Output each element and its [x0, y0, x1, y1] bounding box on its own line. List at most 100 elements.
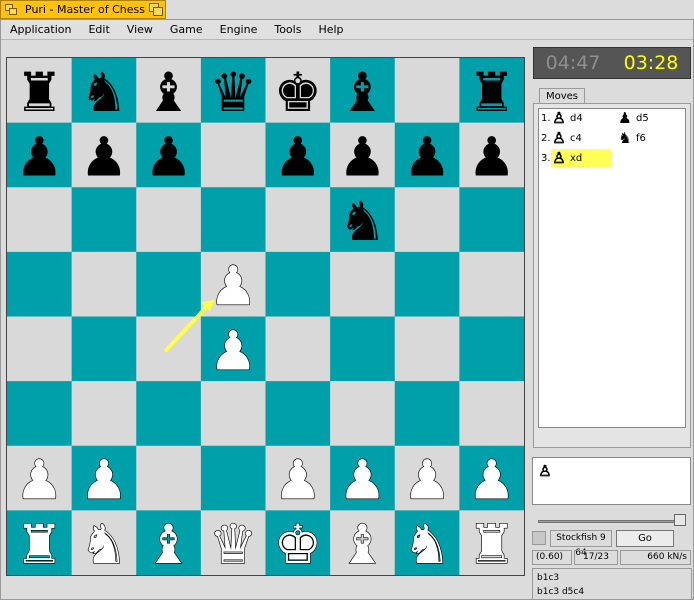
square-h4[interactable]: [459, 316, 524, 382]
square-h3[interactable]: [459, 381, 524, 447]
black-pawn-icon[interactable]: ♟: [403, 125, 451, 188]
square-a5[interactable]: [7, 251, 73, 317]
move-row: 2. ♙ c4 ♞ f6: [539, 129, 685, 149]
black-knight-icon[interactable]: ♞: [80, 61, 128, 124]
square-a4[interactable]: [7, 316, 73, 382]
square-f3[interactable]: [330, 381, 396, 447]
square-e5[interactable]: [265, 251, 331, 317]
black-pawn-icon: ♟: [618, 109, 632, 127]
menu-engine[interactable]: Engine: [211, 23, 266, 36]
slider-track[interactable]: [538, 520, 686, 523]
square-d3[interactable]: [200, 381, 266, 447]
black-pawn-icon[interactable]: ♟: [274, 125, 322, 188]
black-knight-icon[interactable]: ♞: [338, 190, 386, 253]
menu-view[interactable]: View: [118, 23, 161, 36]
square-g6[interactable]: [394, 187, 460, 253]
white-knight-icon[interactable]: ♞: [402, 513, 452, 575]
square-g3[interactable]: [394, 381, 460, 447]
square-b3[interactable]: [71, 381, 137, 447]
engine-pv: b1c3 b1c3 d5c4: [532, 568, 692, 600]
square-d2[interactable]: [200, 445, 266, 511]
white-pawn-icon[interactable]: ♟: [467, 448, 517, 512]
white-pawn-icon[interactable]: ♟: [273, 448, 323, 512]
engine-depth: 17/23: [574, 550, 618, 565]
square-c6[interactable]: [136, 187, 202, 253]
move-black[interactable]: ♞ f6: [617, 129, 677, 147]
move-number: 1.: [541, 113, 551, 124]
square-e4[interactable]: [265, 316, 331, 382]
black-queen-icon[interactable]: ♛: [209, 61, 257, 124]
window-zoom-icon[interactable]: [149, 3, 163, 16]
engine-name[interactable]: Stockfish 9 64: [550, 530, 612, 558]
black-rook-icon[interactable]: ♜: [15, 61, 63, 124]
square-h5[interactable]: [459, 251, 524, 317]
white-king-icon[interactable]: ♚: [273, 513, 323, 575]
white-pawn-icon: ♙: [552, 149, 566, 167]
menu-edit[interactable]: Edit: [79, 23, 117, 36]
square-g8[interactable]: [394, 58, 460, 124]
square-d7[interactable]: [200, 122, 266, 188]
white-pawn-icon[interactable]: ♟: [402, 448, 452, 512]
square-e6[interactable]: [265, 187, 331, 253]
square-a3[interactable]: [7, 381, 73, 447]
black-pawn-icon[interactable]: ♟: [467, 125, 515, 188]
white-knight-icon[interactable]: ♞: [79, 513, 129, 575]
square-b4[interactable]: [71, 316, 137, 382]
window-titlebar[interactable]: Puri - Master of Chess: [0, 0, 166, 19]
square-f4[interactable]: [330, 316, 396, 382]
move-white[interactable]: ♙ c4: [551, 129, 611, 147]
go-button[interactable]: Go: [616, 530, 674, 547]
menu-help[interactable]: Help: [309, 23, 351, 36]
black-pawn-icon[interactable]: ♟: [338, 125, 386, 188]
move-input-box[interactable]: ♙: [532, 457, 691, 505]
black-bishop-icon[interactable]: ♝: [144, 61, 192, 124]
square-f5[interactable]: [330, 251, 396, 317]
square-g5[interactable]: [394, 251, 460, 317]
move-white[interactable]: ♙ d4: [551, 109, 611, 127]
engine-stats: (0.60) 17/23 660 kN/s: [532, 550, 692, 566]
white-rook-icon[interactable]: ♜: [14, 513, 64, 575]
white-bishop-icon[interactable]: ♝: [144, 513, 194, 575]
square-h6[interactable]: [459, 187, 524, 253]
black-pawn-icon[interactable]: ♟: [144, 125, 192, 188]
square-c3[interactable]: [136, 381, 202, 447]
white-pawn-icon[interactable]: ♟: [338, 448, 388, 512]
white-pawn-icon[interactable]: ♟: [14, 448, 64, 512]
menu-application[interactable]: Application: [1, 23, 79, 36]
slider-thumb[interactable]: [674, 514, 686, 526]
black-pawn-icon[interactable]: ♟: [80, 125, 128, 188]
move-number: 3.: [541, 153, 551, 164]
moves-list[interactable]: 1. ♙ d4 ♟ d5 2. ♙ c4 ♞ f6 3. ♙ xd: [538, 108, 686, 428]
square-c5[interactable]: [136, 251, 202, 317]
main-window: Application Edit View Game Engine Tools …: [0, 19, 694, 600]
move-black[interactable]: ♟ d5: [617, 109, 677, 127]
white-queen-icon[interactable]: ♛: [208, 513, 258, 575]
white-rook-icon[interactable]: ♜: [467, 513, 517, 575]
black-rook-icon[interactable]: ♜: [467, 61, 515, 124]
menu-bar: Application Edit View Game Engine Tools …: [1, 20, 693, 40]
move-row: 1. ♙ d4 ♟ d5: [539, 109, 685, 129]
black-pawn-icon[interactable]: ♟: [15, 125, 63, 188]
square-e3[interactable]: [265, 381, 331, 447]
tab-moves[interactable]: Moves: [539, 88, 585, 104]
white-pawn-icon[interactable]: ♟: [208, 319, 258, 383]
square-b6[interactable]: [71, 187, 137, 253]
engine-speed: 660 kN/s: [620, 550, 691, 565]
chess-board[interactable]: ♜ ♞ ♝ ♛ ♚ ♝ ♜ ♟ ♟ ♟ ♟ ♟ ♟ ♟ ♞ ♟ ♟ ♟ ♟ ♟ ♟ ♟ ♟ ♜ ♞ ♝ ♛ ♚ ♝ ♞ ♜: [6, 57, 525, 576]
move-san: d4: [570, 112, 583, 124]
white-bishop-icon[interactable]: ♝: [338, 513, 388, 575]
black-king-icon[interactable]: ♚: [274, 61, 322, 124]
menu-tools[interactable]: Tools: [265, 23, 309, 36]
move-white-current[interactable]: ♙ xd: [551, 149, 611, 167]
white-pawn-icon[interactable]: ♟: [208, 254, 258, 318]
square-b5[interactable]: [71, 251, 137, 317]
square-a6[interactable]: [7, 187, 73, 253]
chess-board-canvas[interactable]: ♜ ♞ ♝ ♛ ♚ ♝ ♜♟ ♟ ♟ ♟ ♟ ♟ ♟♞♟♟♟ ♟ ♟ ♟ ♟ ♟♜ ♞ ♝ ♛ ♚ ♝ ♞ ♜: [7, 58, 524, 575]
square-g4[interactable]: [394, 316, 460, 382]
black-bishop-icon[interactable]: ♝: [338, 61, 386, 124]
window-close-icon[interactable]: [5, 3, 19, 16]
square-c2[interactable]: [136, 445, 202, 511]
white-pawn-icon[interactable]: ♟: [79, 448, 129, 512]
menu-game[interactable]: Game: [161, 23, 211, 36]
square-d6[interactable]: [200, 187, 266, 253]
